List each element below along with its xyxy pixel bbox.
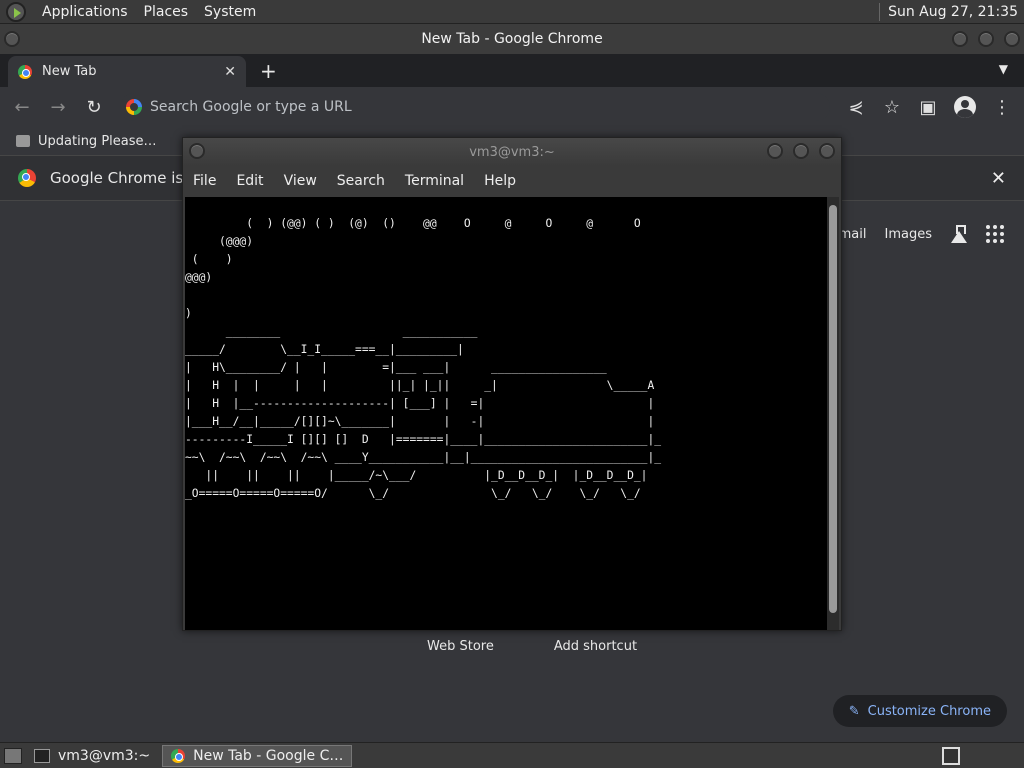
tab-strip: New Tab ✕ + ▼: [0, 54, 1024, 87]
taskbar-item-terminal[interactable]: vm3@vm3:~: [26, 745, 158, 767]
terminal-menu-search[interactable]: Search: [337, 173, 385, 189]
terminal-title: vm3@vm3:~: [469, 144, 555, 160]
customize-label: Customize Chrome: [867, 703, 991, 719]
forward-arrow-icon[interactable]: →: [48, 97, 68, 118]
clock-area: Sun Aug 27, 21:35: [879, 2, 1024, 21]
close-tab-icon[interactable]: ✕: [224, 64, 236, 80]
terminal-maximize-button[interactable]: [793, 143, 809, 159]
terminal-minimize-button[interactable]: [767, 143, 783, 159]
customize-chrome-button[interactable]: ✎ Customize Chrome: [832, 695, 1007, 727]
menu-places[interactable]: Places: [144, 4, 189, 20]
bookmark-star-icon[interactable]: ☆: [882, 97, 902, 118]
shortcut-web-store[interactable]: Web Store: [427, 639, 494, 654]
terminal-close-button[interactable]: [819, 143, 835, 159]
taskbar-terminal-label: vm3@vm3:~: [58, 747, 151, 764]
chrome-window-title: New Tab - Google Chrome: [421, 31, 603, 47]
terminal-menu-view[interactable]: View: [284, 173, 317, 189]
system-menus: Applications Places System: [0, 1, 256, 22]
terminal-window-controls: [767, 143, 835, 159]
google-g-icon: [126, 99, 142, 115]
bookmark-folder-icon: [16, 135, 30, 147]
terminal-window: vm3@vm3:~ File Edit View Search Terminal…: [182, 137, 842, 631]
terminal-menu-edit[interactable]: Edit: [236, 173, 263, 189]
panel-separator: [879, 2, 881, 21]
close-window-button[interactable]: [1004, 31, 1020, 47]
top-panel: Applications Places System Sun Aug 27, 2…: [0, 0, 1024, 24]
share-icon[interactable]: ⋞: [846, 97, 866, 118]
terminal-output-area[interactable]: ( ) (@@) ( ) (@) () @@ O @ O @ O (@@@) (…: [185, 197, 827, 630]
distro-logo-icon[interactable]: [6, 1, 26, 22]
clock[interactable]: Sun Aug 27, 21:35: [888, 4, 1018, 20]
terminal-menu-file[interactable]: File: [193, 173, 216, 189]
profile-avatar-icon[interactable]: [954, 96, 976, 118]
taskbar: vm3@vm3:~ New Tab - Google C…: [0, 742, 1024, 768]
window-menu-button[interactable]: [4, 31, 20, 47]
minimize-button[interactable]: [952, 31, 968, 47]
back-arrow-icon[interactable]: ←: [12, 97, 32, 118]
ntp-links: mail Images: [839, 225, 1004, 243]
terminal-menu-terminal[interactable]: Terminal: [405, 173, 464, 189]
menu-system[interactable]: System: [204, 4, 256, 20]
toolbar: ← → ↻ Search Google or type a URL ⋞ ☆ ▣ …: [0, 87, 1024, 127]
side-panel-icon[interactable]: ▣: [918, 97, 938, 118]
omnibox[interactable]: Search Google or type a URL: [120, 93, 830, 121]
pencil-icon: ✎: [848, 703, 860, 719]
terminal-menu-help[interactable]: Help: [484, 173, 516, 189]
gmail-link[interactable]: mail: [839, 227, 867, 242]
tab-new-tab[interactable]: New Tab ✕: [8, 56, 246, 87]
ntp-shortcuts: Web Store Add shortcut: [427, 639, 637, 654]
taskbar-chrome-label: New Tab - Google C…: [193, 747, 344, 764]
taskbar-item-chrome[interactable]: New Tab - Google C…: [162, 744, 353, 767]
tab-title: New Tab: [42, 64, 97, 79]
chrome-icon: [18, 64, 32, 79]
show-desktop-icon[interactable]: [4, 747, 22, 764]
maximize-button[interactable]: [978, 31, 994, 47]
new-tab-button[interactable]: +: [260, 59, 277, 83]
terminal-output: ( ) (@@) ( ) (@) () @@ O @ O @ O (@@@) (…: [185, 217, 662, 500]
chrome-titlebar[interactable]: New Tab - Google Chrome: [0, 24, 1024, 54]
apps-grid-icon[interactable]: [986, 225, 1004, 243]
images-link[interactable]: Images: [885, 227, 933, 242]
menu-applications[interactable]: Applications: [42, 4, 128, 20]
terminal-window-menu-button[interactable]: [189, 143, 205, 159]
window-controls: [952, 31, 1020, 47]
tab-search-chevron-icon[interactable]: ▼: [999, 62, 1008, 76]
terminal-icon: [34, 748, 50, 763]
shortcut-add[interactable]: Add shortcut: [554, 639, 637, 654]
terminal-menubar: File Edit View Search Terminal Help: [183, 166, 841, 196]
terminal-scrollbar[interactable]: [827, 197, 839, 630]
bookmark-updating[interactable]: Updating Please…: [38, 134, 157, 149]
reload-icon[interactable]: ↻: [84, 97, 104, 118]
omnibox-placeholder[interactable]: Search Google or type a URL: [150, 99, 352, 115]
workspace-switcher-icon[interactable]: [942, 746, 960, 765]
terminal-titlebar[interactable]: vm3@vm3:~: [183, 138, 841, 166]
menu-kebab-icon[interactable]: ⋮: [992, 97, 1012, 118]
chrome-logo-icon: [18, 169, 36, 187]
labs-flask-icon[interactable]: [950, 225, 968, 243]
infobar-close-icon[interactable]: ✕: [991, 168, 1006, 189]
terminal-scroll-thumb[interactable]: [829, 205, 837, 613]
chrome-taskbar-icon: [171, 748, 186, 763]
